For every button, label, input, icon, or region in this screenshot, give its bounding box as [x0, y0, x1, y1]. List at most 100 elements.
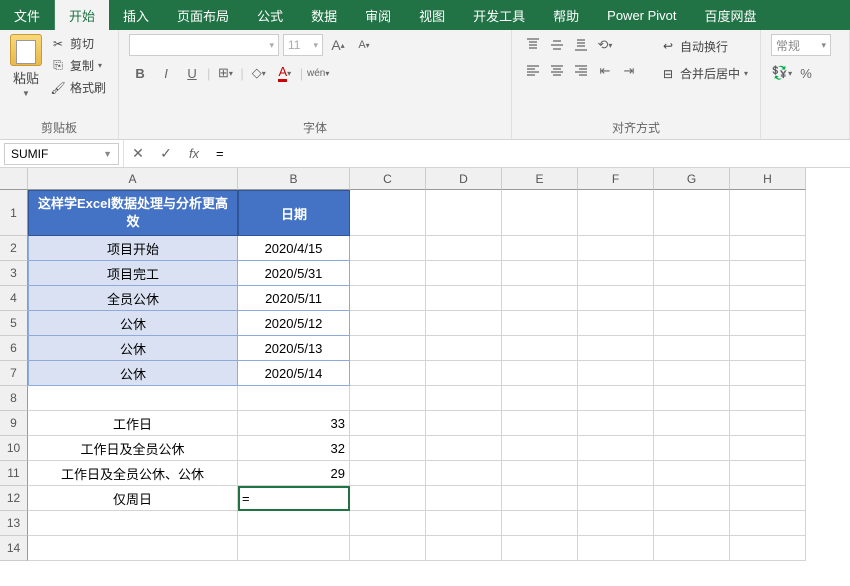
cell[interactable]	[502, 436, 578, 461]
cell[interactable]	[238, 536, 350, 561]
cell[interactable]	[502, 311, 578, 336]
align-top-button[interactable]	[522, 34, 544, 56]
cell[interactable]	[578, 486, 654, 511]
cell[interactable]	[578, 411, 654, 436]
row-header-2[interactable]: 2	[0, 236, 28, 261]
cell[interactable]	[502, 236, 578, 261]
cell[interactable]	[654, 461, 730, 486]
cell[interactable]	[654, 336, 730, 361]
row-header-1[interactable]: 1	[0, 190, 28, 236]
cell[interactable]	[350, 311, 426, 336]
cancel-formula-button[interactable]: ✕	[124, 145, 152, 162]
cell[interactable]	[654, 261, 730, 286]
font-family-combo[interactable]: ▾	[129, 34, 279, 56]
calc-label[interactable]: 工作日	[28, 411, 238, 436]
table-cell-a[interactable]: 项目完工	[28, 261, 238, 286]
cell[interactable]	[350, 486, 426, 511]
table-cell-b[interactable]: 2020/5/12	[238, 311, 350, 336]
cell[interactable]	[350, 336, 426, 361]
cell[interactable]	[426, 236, 502, 261]
border-button[interactable]: ⊞▾	[214, 62, 236, 84]
cell[interactable]	[730, 286, 806, 311]
cell[interactable]	[426, 386, 502, 411]
percent-button[interactable]: %	[795, 62, 817, 84]
cell[interactable]	[502, 336, 578, 361]
align-bottom-button[interactable]	[570, 34, 592, 56]
font-size-combo[interactable]: 11▾	[283, 34, 323, 56]
cell[interactable]	[502, 361, 578, 386]
increase-font-button[interactable]: A▴	[327, 34, 349, 56]
tab-Power Pivot[interactable]: Power Pivot	[593, 0, 690, 30]
cell[interactable]	[350, 411, 426, 436]
cell[interactable]	[28, 536, 238, 561]
align-middle-button[interactable]	[546, 34, 568, 56]
cell[interactable]	[426, 190, 502, 236]
calc-value[interactable]: =	[238, 486, 350, 511]
cell[interactable]	[578, 311, 654, 336]
row-header-10[interactable]: 10	[0, 436, 28, 461]
cell[interactable]	[654, 286, 730, 311]
row-header-13[interactable]: 13	[0, 511, 28, 536]
cell[interactable]	[350, 190, 426, 236]
cell[interactable]	[578, 336, 654, 361]
column-header-D[interactable]: D	[426, 168, 502, 190]
cell[interactable]	[426, 261, 502, 286]
calc-value[interactable]: 32	[238, 436, 350, 461]
tab-开始[interactable]: 开始	[55, 0, 109, 30]
cell[interactable]	[238, 511, 350, 536]
decrease-font-button[interactable]: A▾	[353, 34, 375, 56]
cell[interactable]	[426, 336, 502, 361]
row-header-6[interactable]: 6	[0, 336, 28, 361]
cell[interactable]	[502, 486, 578, 511]
row-header-11[interactable]: 11	[0, 461, 28, 486]
row-header-4[interactable]: 4	[0, 286, 28, 311]
row-header-7[interactable]: 7	[0, 361, 28, 386]
merge-center-button[interactable]: ⊟合并后居中 ▾	[658, 64, 750, 83]
align-center-button[interactable]	[546, 60, 568, 82]
table-cell-b[interactable]: 2020/5/13	[238, 336, 350, 361]
cell[interactable]	[502, 536, 578, 561]
table-cell-b[interactable]: 2020/5/11	[238, 286, 350, 311]
calc-label[interactable]: 工作日及全员公休、公休	[28, 461, 238, 486]
cell[interactable]	[502, 190, 578, 236]
cell[interactable]	[502, 286, 578, 311]
copy-button[interactable]: ⎘复制 ▾	[48, 56, 108, 75]
font-color-button[interactable]: A▾	[274, 62, 296, 84]
cell[interactable]	[502, 386, 578, 411]
table-cell-b[interactable]: 2020/5/31	[238, 261, 350, 286]
cell[interactable]	[350, 236, 426, 261]
decrease-indent-button[interactable]: ⇤	[594, 60, 616, 82]
align-right-button[interactable]	[570, 60, 592, 82]
cell[interactable]	[426, 311, 502, 336]
cell[interactable]	[426, 411, 502, 436]
row-header-5[interactable]: 5	[0, 311, 28, 336]
cell[interactable]	[350, 436, 426, 461]
cell[interactable]	[350, 511, 426, 536]
cell[interactable]	[350, 386, 426, 411]
table-cell-a[interactable]: 公休	[28, 311, 238, 336]
tab-帮助[interactable]: 帮助	[539, 0, 593, 30]
cell[interactable]	[350, 536, 426, 561]
cell[interactable]	[654, 511, 730, 536]
tab-公式[interactable]: 公式	[243, 0, 297, 30]
cell[interactable]	[502, 261, 578, 286]
cell[interactable]	[654, 536, 730, 561]
column-header-C[interactable]: C	[350, 168, 426, 190]
cell[interactable]	[578, 261, 654, 286]
column-header-A[interactable]: A	[28, 168, 238, 190]
column-header-G[interactable]: G	[654, 168, 730, 190]
column-header-H[interactable]: H	[730, 168, 806, 190]
cell[interactable]	[730, 361, 806, 386]
format-painter-button[interactable]: 🖌格式刷	[48, 78, 108, 97]
table-cell-a[interactable]: 公休	[28, 361, 238, 386]
table-cell-b[interactable]: 2020/5/14	[238, 361, 350, 386]
cell[interactable]	[730, 411, 806, 436]
row-header-8[interactable]: 8	[0, 386, 28, 411]
cell[interactable]	[654, 386, 730, 411]
cell[interactable]	[578, 361, 654, 386]
header-cell-b[interactable]: 日期	[238, 190, 350, 236]
tab-页面布局[interactable]: 页面布局	[163, 0, 243, 30]
tab-数据[interactable]: 数据	[297, 0, 351, 30]
calc-value[interactable]: 33	[238, 411, 350, 436]
cell[interactable]	[578, 436, 654, 461]
